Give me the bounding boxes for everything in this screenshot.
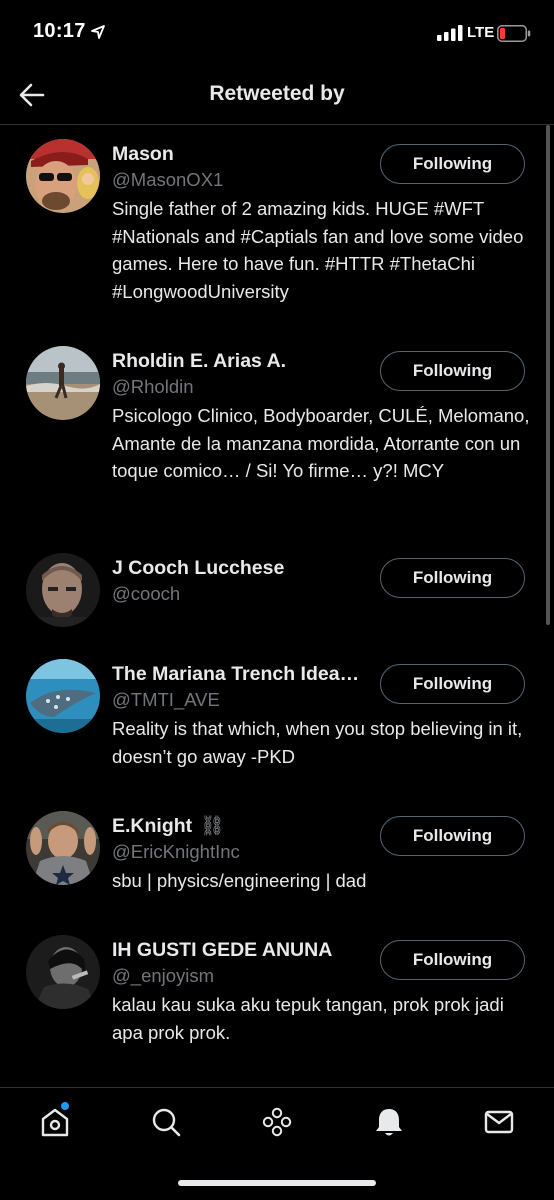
user-bio: sbu | physics/engineering | dad <box>112 870 367 891</box>
home-icon <box>41 1108 69 1137</box>
signal-icon <box>437 25 463 41</box>
status-bar: 10:17 LTE <box>0 0 554 66</box>
user-bio: Psicologo Clinico, Bodyboarder, CULÉ, Me… <box>112 405 530 481</box>
chain-icon: ⛓ <box>200 815 225 837</box>
messages-icon <box>484 1110 514 1134</box>
user-name[interactable]: J Cooch Lucchese <box>112 555 377 581</box>
tab-spaces[interactable] <box>259 1104 295 1140</box>
notification-dot <box>61 1102 69 1110</box>
location-arrow-icon <box>91 25 105 39</box>
user-name[interactable]: IH GUSTI GEDE ANUNA <box>112 937 377 963</box>
screen: 10:17 LTE Retweeted by Mason @MasonOX1 S… <box>0 0 554 1200</box>
user-list[interactable]: Mason @MasonOX1 Single father of 2 amazi… <box>0 125 554 1087</box>
following-button[interactable]: Following <box>380 558 525 598</box>
user-name[interactable]: The Mariana Trench Idea… <box>112 661 377 687</box>
user-bio: kalau kau suka aku tepuk tangan, prok pr… <box>112 994 504 1043</box>
notifications-icon <box>376 1109 402 1136</box>
following-button[interactable]: Following <box>380 351 525 391</box>
following-button[interactable]: Following <box>380 816 525 856</box>
status-time: 10:17 <box>33 20 86 42</box>
avatar[interactable] <box>26 553 100 627</box>
tab-messages[interactable] <box>481 1104 517 1140</box>
avatar[interactable] <box>26 935 100 1009</box>
spaces-icon <box>262 1107 292 1137</box>
user-name[interactable]: Rholdin E. Arias A. <box>112 348 377 374</box>
avatar[interactable] <box>26 811 100 885</box>
user-name[interactable]: E.Knight <box>112 813 192 839</box>
network-type: LTE <box>467 24 495 41</box>
tab-home[interactable] <box>37 1102 73 1140</box>
page-title: Retweeted by <box>209 82 345 105</box>
avatar[interactable] <box>26 659 100 733</box>
tab-notifications[interactable] <box>371 1104 407 1140</box>
user-bio: Reality is that which, when you stop bel… <box>112 718 523 767</box>
battery-low-icon <box>497 25 531 42</box>
avatar[interactable] <box>26 346 100 420</box>
user-bio: Single father of 2 amazing kids. HUGE #W… <box>112 198 524 302</box>
tab-search[interactable] <box>148 1104 184 1140</box>
following-button[interactable]: Following <box>380 664 525 704</box>
search-icon <box>152 1108 181 1137</box>
home-indicator[interactable] <box>178 1180 376 1186</box>
scrollbar[interactable] <box>546 125 550 625</box>
following-button[interactable]: Following <box>380 144 525 184</box>
avatar[interactable] <box>26 139 100 213</box>
header: Retweeted by <box>0 66 554 125</box>
user-name[interactable]: Mason <box>112 141 377 167</box>
following-button[interactable]: Following <box>380 940 525 980</box>
